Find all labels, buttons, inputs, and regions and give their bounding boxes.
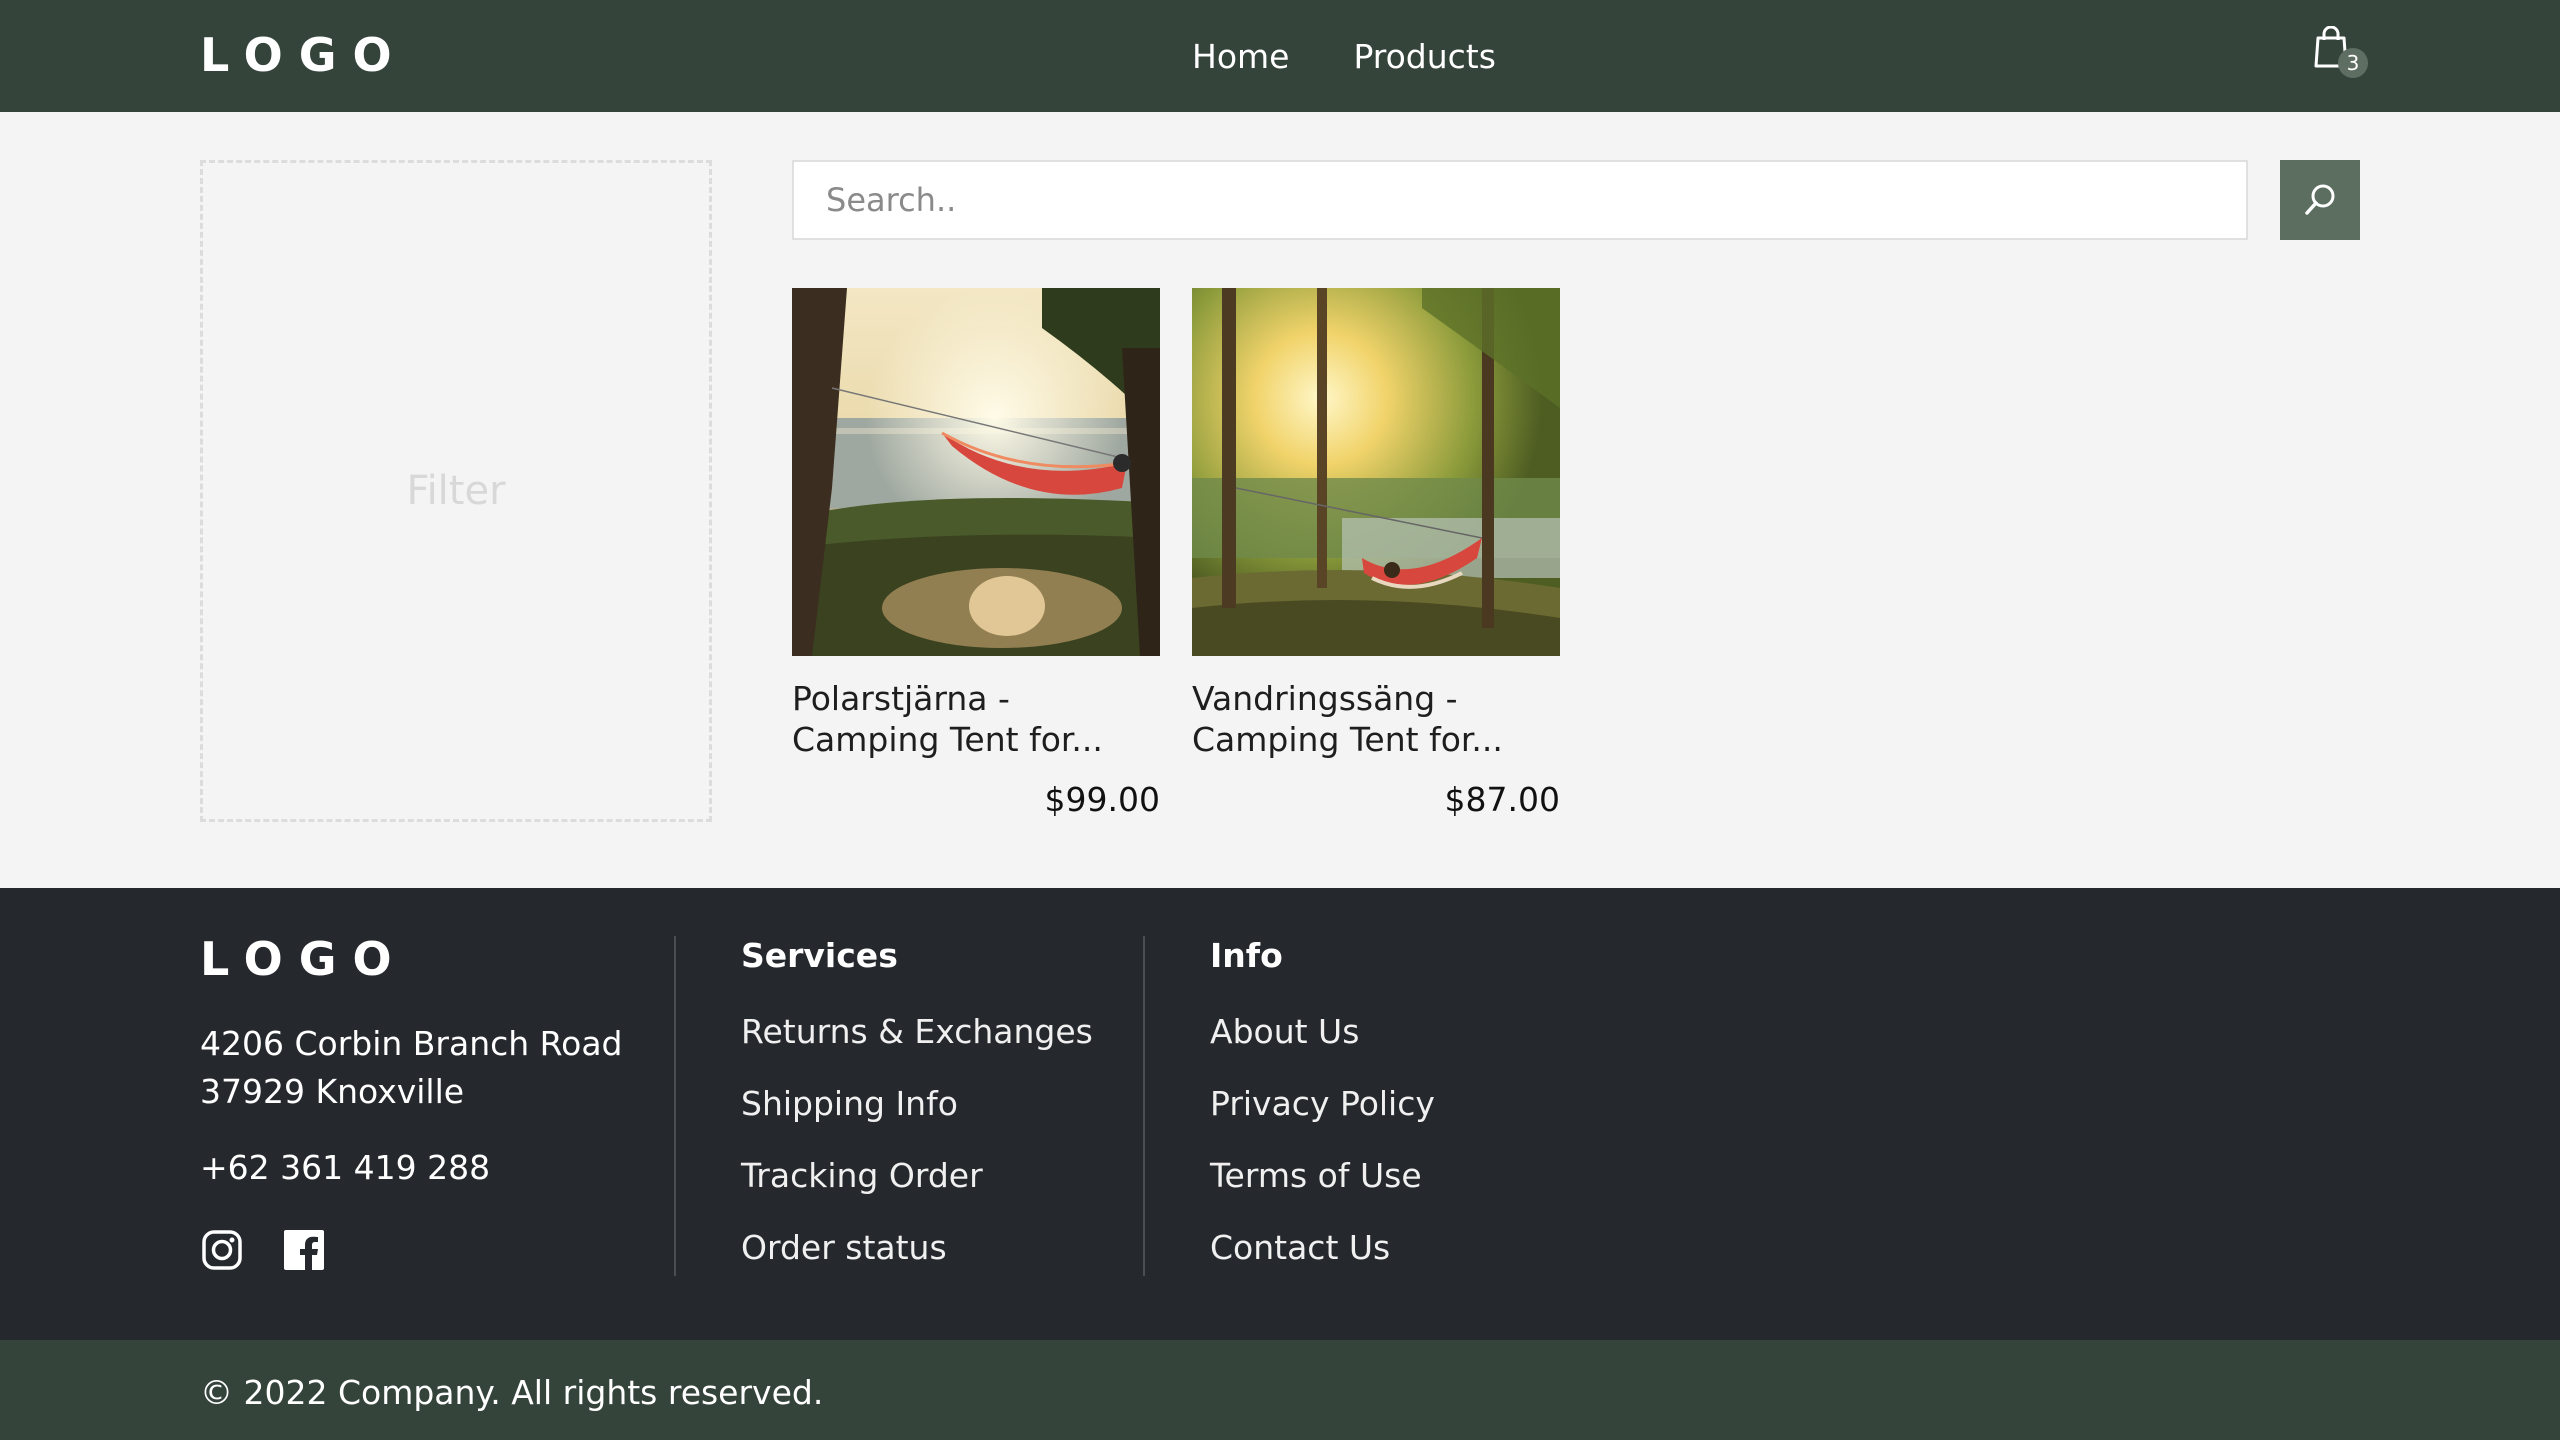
filter-label: Filter — [406, 468, 506, 514]
nav-products[interactable]: Products — [1353, 37, 1496, 76]
footer-link-privacy[interactable]: Privacy Policy — [1210, 1084, 1435, 1123]
search-icon — [2305, 184, 2335, 215]
product-image[interactable] — [792, 288, 1160, 656]
footer-divider — [674, 936, 676, 1276]
cart-button[interactable]: 3 — [2314, 26, 2368, 82]
address-line-1: 4206 Corbin Branch Road — [200, 1024, 623, 1063]
search-input[interactable] — [792, 160, 2248, 240]
product-price: $99.00 — [1044, 780, 1160, 819]
copyright-bar: © 2022 Company. All rights reserved. — [0, 1340, 2560, 1440]
footer-link-terms[interactable]: Terms of Use — [1210, 1156, 1422, 1195]
facebook-icon[interactable] — [282, 1228, 326, 1272]
product-price: $87.00 — [1444, 780, 1560, 819]
instagram-icon[interactable] — [200, 1228, 244, 1272]
footer-link-about[interactable]: About Us — [1210, 1012, 1359, 1051]
site-footer: LOGO 4206 Corbin Branch Road 37929 Knoxv… — [0, 888, 2560, 1340]
product-card[interactable]: Vandringssäng - Camping Tent for... $87.… — [1192, 288, 1560, 819]
nav-home[interactable]: Home — [1192, 37, 1289, 76]
footer-logo[interactable]: LOGO — [200, 936, 408, 982]
footer-link-order-status[interactable]: Order status — [741, 1228, 947, 1267]
footer-link-returns[interactable]: Returns & Exchanges — [741, 1012, 1093, 1051]
product-image[interactable] — [1192, 288, 1560, 656]
footer-link-contact[interactable]: Contact Us — [1210, 1228, 1390, 1267]
info-heading: Info — [1210, 936, 1283, 975]
product-title[interactable]: Polarstjärna - Camping Tent for... — [792, 678, 1160, 760]
phone-number[interactable]: +62 361 419 288 — [200, 1148, 490, 1187]
services-heading: Services — [741, 936, 898, 975]
header-logo[interactable]: LOGO — [200, 32, 408, 78]
copyright-text: © 2022 Company. All rights reserved. — [200, 1373, 824, 1412]
address-line-2: 37929 Knoxville — [200, 1072, 465, 1111]
address: 4206 Corbin Branch Road 37929 Knoxville — [200, 1020, 623, 1116]
footer-link-tracking[interactable]: Tracking Order — [741, 1156, 983, 1195]
site-header: LOGO Home Products 3 — [0, 0, 2560, 112]
search-button[interactable] — [2280, 160, 2360, 240]
product-card[interactable]: Polarstjärna - Camping Tent for... $99.0… — [792, 288, 1160, 819]
footer-divider — [1143, 936, 1145, 1276]
product-title[interactable]: Vandringssäng - Camping Tent for... — [1192, 678, 1560, 760]
filter-panel[interactable]: Filter — [200, 160, 712, 822]
main-nav: Home Products — [1192, 0, 1496, 112]
footer-link-shipping[interactable]: Shipping Info — [741, 1084, 958, 1123]
cart-count-badge: 3 — [2338, 48, 2368, 78]
